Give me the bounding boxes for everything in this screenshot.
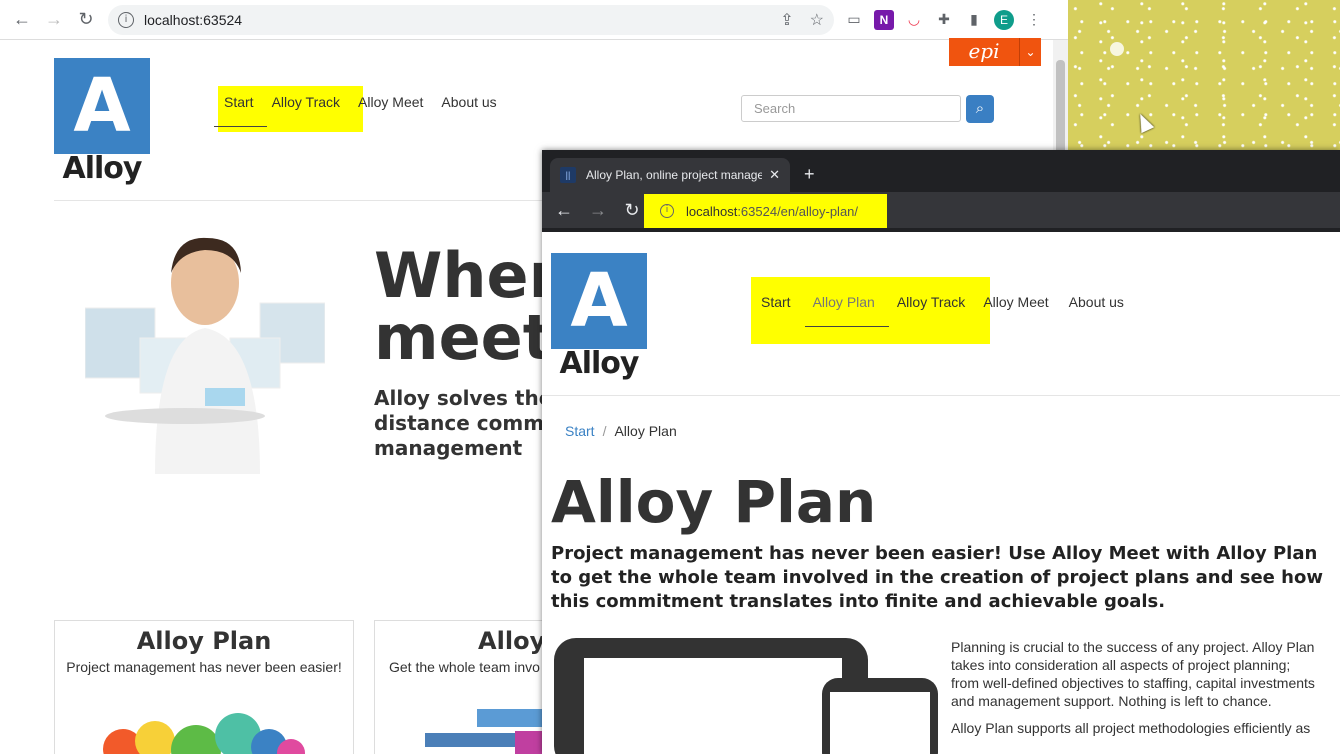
hero-heading-line-1: Wher — [374, 239, 560, 312]
toolbar-divider — [542, 228, 1340, 232]
logo-word: Alloy — [559, 346, 640, 381]
main-nav: Start Alloy Plan Alloy Track Alloy Meet … — [752, 294, 1133, 310]
back-arrow-icon[interactable]: ← — [550, 200, 578, 221]
hero-image — [85, 237, 325, 474]
address-path: :63524/en/alloy-plan/ — [737, 203, 859, 219]
logo-word: Alloy — [62, 151, 143, 186]
chevron-down-icon[interactable]: ⌄ — [1019, 38, 1041, 66]
sidepanel-icon[interactable]: ▮ — [964, 10, 984, 30]
alloy-logo[interactable]: A Alloy — [551, 253, 647, 379]
nav-alloy-plan[interactable]: Alloy Plan — [800, 294, 888, 310]
tab-strip: || Alloy Plan, online project managе ✕ + — [542, 150, 1340, 192]
breadcrumb-separator: / — [602, 423, 607, 439]
body-paragraph: Alloy Plan supports all project methodol… — [951, 720, 1311, 736]
nav-start[interactable]: Start — [215, 94, 263, 110]
epi-logo: epi — [968, 39, 1000, 63]
lead-paragraph: Project management has never been easier… — [551, 543, 1323, 612]
hero-heading: Wher meet — [374, 245, 559, 369]
alloy-logo[interactable]: A Alloy — [54, 58, 150, 184]
nav-alloy-meet[interactable]: Alloy Meet — [974, 294, 1057, 310]
new-tab-icon[interactable]: + — [804, 164, 815, 185]
site-info-icon[interactable]: i — [118, 11, 134, 28]
breadcrumb-home[interactable]: Start — [565, 423, 595, 439]
page-title: Alloy Plan — [551, 468, 877, 536]
nav-about-us[interactable]: About us — [432, 94, 505, 110]
nav-start[interactable]: Start — [752, 294, 800, 310]
phone-graphic — [822, 678, 938, 754]
bar-graphic — [515, 731, 545, 754]
bar-graphic — [477, 709, 547, 727]
card-text: Project management has never been easier… — [66, 659, 342, 675]
nav-alloy-meet[interactable]: Alloy Meet — [349, 94, 432, 110]
menu-kebab-icon[interactable]: ⋮ — [1024, 10, 1044, 30]
site-info-icon[interactable]: i — [660, 204, 674, 218]
nav-about-us[interactable]: About us — [1058, 294, 1133, 310]
bookmark-star-icon[interactable]: ☆ — [810, 10, 824, 30]
desktop-bubble — [1110, 42, 1124, 56]
active-nav-underline — [805, 326, 889, 327]
browser-toolbar: ← → ↻ i localhost:63524/en/alloy-plan/ — [542, 192, 1340, 228]
cast-icon[interactable]: ▭ — [844, 10, 864, 30]
tab-alloy-plan[interactable]: || Alloy Plan, online project managе ✕ — [550, 158, 790, 192]
hero-heading-line-2: meet — [374, 301, 553, 374]
breadcrumb-current: Alloy Plan — [614, 423, 677, 439]
close-tab-icon[interactable]: ✕ — [769, 167, 780, 183]
highlight-box — [751, 277, 990, 344]
logo-letter: A — [54, 58, 150, 154]
bubble-graphic — [135, 721, 175, 754]
profile-avatar[interactable]: E — [994, 9, 1014, 30]
address-host: localhost — [686, 203, 738, 219]
desktop-background — [1068, 0, 1340, 150]
extensions-bar: ▭ N ◡ ✚ ▮ E ⋮ — [844, 9, 1044, 30]
logo-letter: A — [551, 253, 647, 349]
forward-arrow-icon[interactable]: → — [584, 200, 612, 221]
address-text: localhost:63524 — [144, 11, 243, 28]
browser-window-front: || Alloy Plan, online project managе ✕ +… — [542, 150, 1340, 754]
epi-edit-button[interactable]: epi ⌄ — [949, 38, 1041, 66]
onenote-icon[interactable]: N — [874, 9, 894, 30]
header-divider — [542, 395, 1340, 396]
main-nav: Start Alloy Track Alloy Meet About us — [215, 94, 506, 110]
search-input[interactable]: Search — [741, 95, 961, 122]
address-bar[interactable]: i localhost:63524/en/alloy-plan/ — [644, 194, 887, 228]
favicon-icon: || — [560, 167, 576, 183]
nav-alloy-track[interactable]: Alloy Track — [263, 94, 349, 110]
share-icon[interactable]: ⇪ — [780, 10, 793, 30]
tablet-graphic — [554, 638, 868, 754]
browser-toolbar: ← → ↻ i localhost:63524 ⇪ ☆ ▭ N ◡ ✚ ▮ E … — [0, 0, 1068, 40]
body-text: Planning is crucial to the success of an… — [951, 638, 1321, 746]
reload-icon[interactable]: ↻ — [70, 4, 102, 36]
reload-icon[interactable]: ↻ — [618, 200, 646, 221]
back-arrow-icon[interactable]: ← — [6, 4, 38, 36]
breadcrumb: Start / Alloy Plan — [565, 423, 677, 439]
tab-title: Alloy Plan, online project managе — [586, 168, 762, 182]
address-bar[interactable]: i localhost:63524 ⇪ ☆ — [108, 4, 834, 35]
phone-screen — [830, 692, 930, 754]
active-nav-underline — [214, 126, 267, 127]
body-paragraph: Planning is crucial to the success of an… — [951, 639, 1315, 709]
card-title: Alloy Plan — [136, 627, 272, 655]
pocket-icon[interactable]: ◡ — [904, 10, 924, 30]
tablet-screen — [584, 658, 842, 754]
bubble-graphic — [171, 725, 221, 754]
product-card-plan[interactable]: Alloy Plan Project management has never … — [54, 620, 354, 754]
nav-alloy-track[interactable]: Alloy Track — [888, 294, 974, 310]
search-icon[interactable]: ⌕ — [966, 95, 994, 123]
forward-arrow-icon[interactable]: → — [38, 4, 70, 36]
bubble-graphic — [277, 739, 305, 754]
devices-image — [554, 638, 938, 754]
puzzle-icon[interactable]: ✚ — [934, 10, 954, 30]
